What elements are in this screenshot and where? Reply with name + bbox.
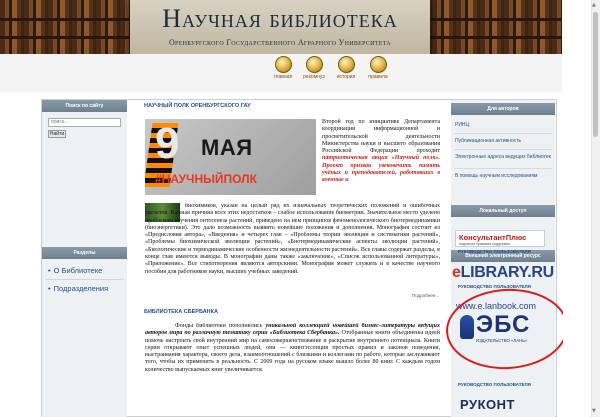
nav-history[interactable]: история (333, 56, 359, 80)
top-nav: главная рекомнуэ история правила (0, 54, 562, 92)
sidebar-link-label: О Библиотеке (53, 266, 103, 275)
books-icon (305, 56, 323, 73)
link-rinc[interactable]: РИНЦ (455, 122, 551, 129)
link-research-help[interactable]: В помощь научным исследованиям (455, 173, 551, 180)
rukont-logo[interactable]: РУКОНТ (460, 397, 515, 412)
read-more-link[interactable]: Подробнее... (412, 293, 439, 298)
right-sidebar: Для авторов РИНЦ Публикационная активнос… (451, 100, 555, 417)
sidebar-link-departments[interactable]: • Подразделения (48, 284, 108, 293)
news-title-science-regiment[interactable]: НАУЧНЫЙ ПОЛК ОРЕНБУРГСКОГО ГАУ (144, 103, 251, 109)
link-library-addresses[interactable]: Электронные адреса ведущих библиотек (455, 154, 551, 161)
elibrary-logo[interactable]: eLIBRARY.RU (452, 264, 554, 282)
site-title[interactable]: Научная библиотека (130, 4, 430, 34)
nav-books[interactable]: рекомнуэ (301, 56, 327, 80)
consultantplus-tagline: надежная правовая поддержка (459, 242, 510, 246)
sections-heading: Разделы (42, 247, 127, 259)
scroll-up-icon[interactable]: ▲ (592, 2, 596, 8)
nav-label: рекомнуэ (303, 74, 325, 80)
nav-home[interactable]: главная (270, 56, 296, 80)
consultantplus-name: КонсультантПлюс (459, 233, 527, 242)
search-button[interactable]: Найти (48, 130, 66, 138)
bullet-icon: • (48, 284, 51, 293)
news2-lead: Фонды библиотеки пополнились (175, 323, 263, 329)
lanbook-user-guide-link[interactable]: РУКОВОДСТВО ПОЛЬЗОВАТЕЛЯ (458, 382, 531, 387)
local-access-heading: Локальный доступ (451, 205, 555, 217)
news1-intro-block: Второй год по инициативе Департамента ко… (322, 119, 440, 185)
consultantplus-logo[interactable]: КонсультантПлюс надежная правовая поддер… (455, 230, 545, 247)
sidebar-link-about[interactable]: • О Библиотеке (48, 266, 102, 275)
consultantplus-user-guide-link[interactable]: РУКОВОДСТВО ПОЛЬЗОВАТЕЛЯ (458, 249, 531, 254)
sidebar-link-label: Подразделения (53, 284, 109, 293)
divider (46, 279, 124, 280)
scroll-down-icon[interactable]: ▼ (592, 408, 596, 414)
nav-rules[interactable]: правила (365, 56, 391, 80)
news1-intro: Второй год по инициативе Департамента ко… (322, 119, 440, 155)
banner-word: МАЯ (201, 135, 253, 160)
elibrary-text: LIBRARY.RU (460, 264, 555, 281)
divider (454, 133, 552, 134)
authors-heading: Для авторов (451, 103, 555, 115)
rules-icon (369, 56, 387, 73)
news2-block: Фонды библиотеки пополнились уникальной … (145, 323, 440, 417)
scrollbar-thumb[interactable] (593, 12, 598, 137)
left-sidebar: Поиск по сайту поиск... Найти Разделы • О… (42, 100, 127, 417)
home-icon (274, 56, 292, 73)
news2-body: Отобранные книги объединены идеей помочь… (145, 330, 440, 373)
search-input[interactable]: поиск... (48, 118, 121, 127)
nav-label: правила (368, 74, 388, 80)
elibrary-e: e (452, 264, 461, 281)
news1-body: биохимиков, указан на целый ряд их изнач… (145, 203, 440, 275)
divider (454, 168, 552, 169)
banner-number: 9 (155, 119, 180, 168)
site-subtitle: Оренбургского Государственного Аграрного… (168, 38, 392, 47)
search-heading: Поиск по сайту (42, 100, 127, 112)
victory-day-banner[interactable]: 9 МАЯ #НАУЧНЫЙПОЛК (145, 119, 316, 195)
nav-label: история (336, 74, 356, 80)
elibrary-user-guide-link[interactable]: РУКОВОДСТВО ПОЛЬЗОВАТЕЛЯ (458, 284, 531, 289)
link-publication-activity[interactable]: Публикационная активность (455, 138, 551, 145)
news1-highlight: патриотическая акция «Научный полк». Про… (322, 155, 440, 184)
divider (454, 149, 552, 150)
nav-label: главная (273, 74, 293, 80)
bullet-icon: • (48, 266, 51, 275)
news-title-sberbank[interactable]: БИБЛИОТЕКА СБЕРБАНКА (144, 309, 218, 315)
history-icon (337, 56, 355, 73)
banner-hashtag: #НАУЧНЫЙПОЛК (155, 172, 257, 186)
